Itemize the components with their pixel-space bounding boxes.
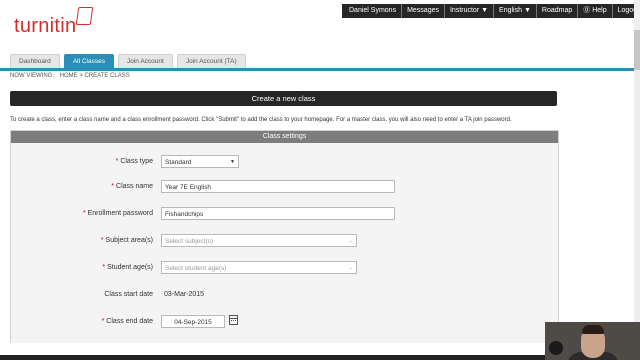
logo-text: turnitin <box>14 15 77 37</box>
breadcrumb: NOW VIEWING: HOME > CREATE CLASS <box>10 73 130 79</box>
class-name-input[interactable]: Year 7E English <box>161 180 395 193</box>
tab-underline <box>0 68 640 71</box>
main-tabs: Dashboard All Classes Join Account Join … <box>10 54 246 69</box>
enrollment-password-input[interactable]: Fishandchips <box>161 207 395 220</box>
student-ages-select[interactable]: Select student age(s) ⌄ <box>161 261 357 274</box>
roadmap-link[interactable]: Roadmap <box>537 4 579 18</box>
webcam-overlay <box>545 322 640 360</box>
class-name-row: * Class name Year 7E English <box>11 180 558 196</box>
top-header: turnitin Daniel Symons Messages Instruct… <box>0 0 640 52</box>
tab-dashboard[interactable]: Dashboard <box>10 54 60 69</box>
breadcrumb-path[interactable]: HOME > CREATE CLASS <box>60 73 130 79</box>
class-start-date-row: Class start date 03-Mar-2015 <box>11 288 558 304</box>
messages-link[interactable]: Messages <box>402 4 445 18</box>
language-dropdown[interactable]: English ▼ <box>494 4 537 18</box>
class-end-date-row: * Class end date 04-Sep-2015 <box>11 315 558 331</box>
microphone-icon <box>549 341 563 355</box>
class-type-label: * Class type <box>115 158 153 165</box>
subject-areas-select[interactable]: Select subject(s) ⌄ <box>161 234 357 247</box>
scrollbar-thumb[interactable] <box>634 30 640 70</box>
user-name-link[interactable]: Daniel Symons <box>344 4 403 18</box>
class-start-date-label: Class start date <box>104 291 153 298</box>
student-ages-row: * Student age(s) Select student age(s) ⌄ <box>11 261 558 277</box>
subject-areas-label: * Subject area(s) <box>100 237 153 244</box>
required-marker: * <box>82 210 86 217</box>
panel-title: Class settings <box>11 131 558 143</box>
role-dropdown[interactable]: Instructor ▼ <box>445 4 495 18</box>
student-ages-label: * Student age(s) <box>102 264 153 271</box>
required-marker: * <box>102 264 106 271</box>
taskbar-edge <box>0 355 640 360</box>
class-end-date-input[interactable]: 04-Sep-2015 <box>161 315 225 328</box>
subject-areas-row: * Subject area(s) Select subject(s) ⌄ <box>11 234 558 250</box>
class-start-date-value: 03-Mar-2015 <box>164 291 205 298</box>
class-type-select[interactable]: Standard ▼ <box>161 155 239 168</box>
tab-join-account-ta[interactable]: Join Account (TA) <box>176 54 246 69</box>
help-link[interactable]: ⓪ Help <box>578 4 613 18</box>
tab-join-account[interactable]: Join Account <box>117 54 173 69</box>
required-marker: * <box>100 237 104 244</box>
logo-icon <box>76 7 94 25</box>
dropdown-caret-icon: ⌄ <box>348 238 353 244</box>
required-marker: * <box>101 318 105 325</box>
page-title: Create a new class <box>10 91 557 106</box>
class-name-label: * Class name <box>111 183 153 190</box>
class-end-date-label: * Class end date <box>101 318 153 325</box>
dropdown-caret-icon: ▼ <box>230 159 235 165</box>
required-marker: * <box>115 158 119 165</box>
class-type-row: * Class type Standard ▼ <box>11 155 558 171</box>
user-nav: Daniel Symons Messages Instructor ▼ Engl… <box>342 4 640 18</box>
class-settings-panel: Class settings * Class type Standard ▼ * Cl… <box>10 130 559 343</box>
required-marker: * <box>111 183 115 190</box>
tab-all-classes[interactable]: All Classes <box>63 54 114 69</box>
breadcrumb-prefix: NOW VIEWING: <box>10 73 54 79</box>
dropdown-caret-icon: ⌄ <box>348 265 353 271</box>
turnitin-logo[interactable]: turnitin <box>14 7 94 38</box>
enrollment-password-row: * Enrollment password Fishandchips <box>11 207 558 223</box>
calendar-icon[interactable] <box>229 315 238 325</box>
presenter-hair <box>582 325 604 334</box>
instructions-text: To create a class, enter a class name an… <box>10 117 512 123</box>
enrollment-password-label: * Enrollment password <box>82 210 153 217</box>
